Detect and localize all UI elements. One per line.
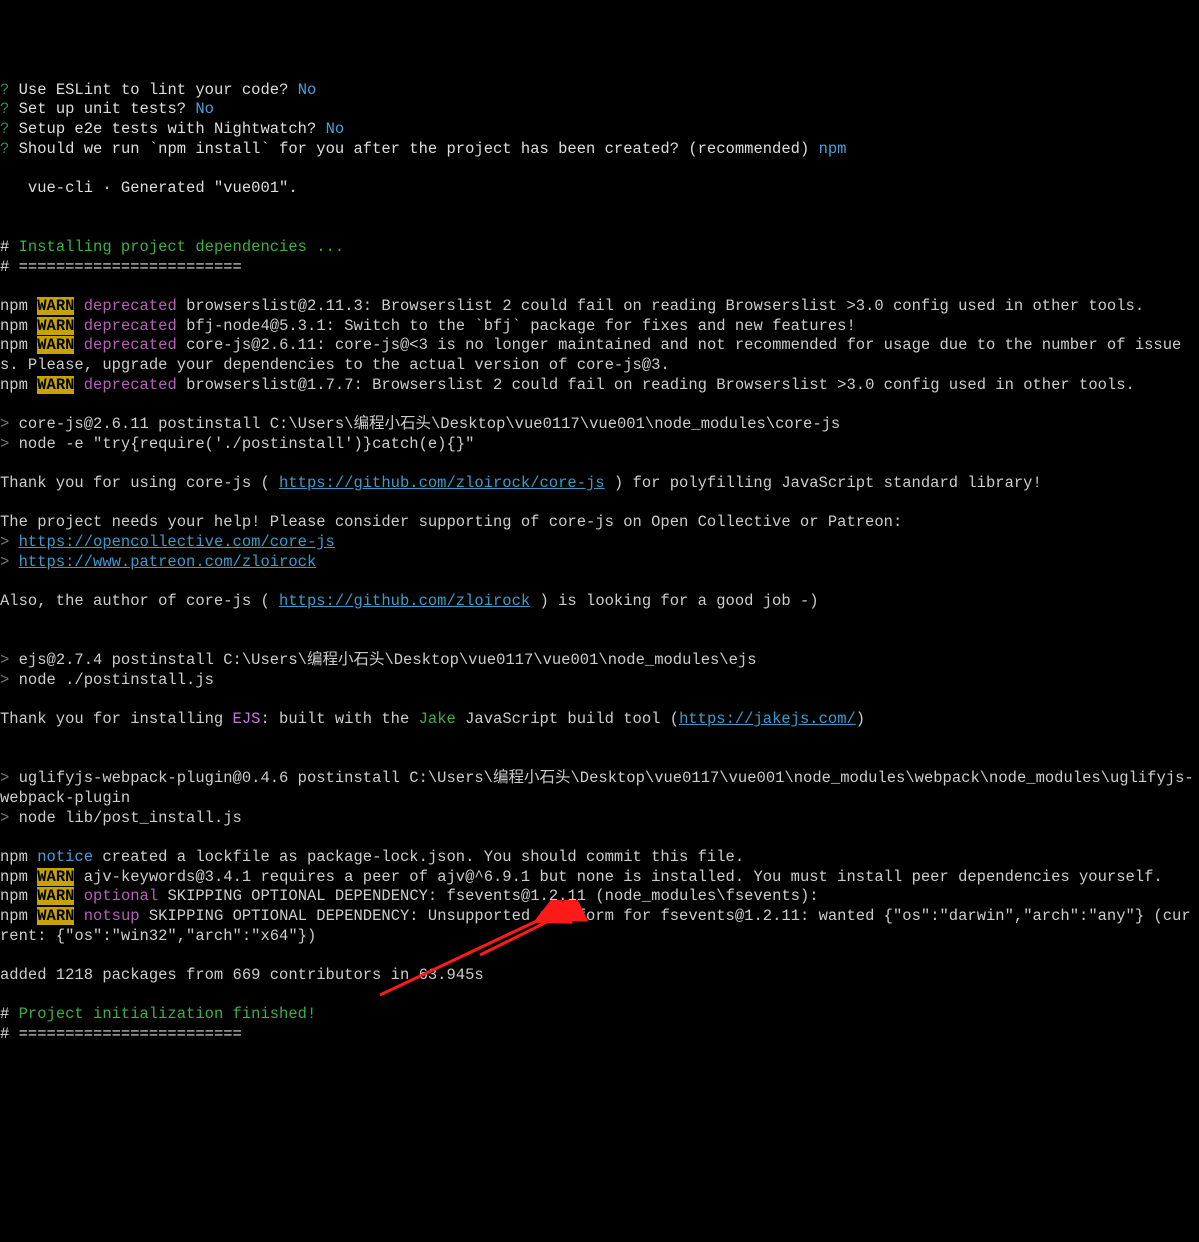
prompt-marker: ?: [0, 100, 9, 118]
gt: >: [0, 769, 19, 787]
ejs-thanks-pre: Thank you for installing: [0, 710, 233, 728]
answer-unit: No: [195, 100, 214, 118]
prompt-e2e: Setup e2e tests with Nightwatch?: [19, 120, 317, 138]
npm-prefix: npm: [0, 887, 37, 905]
ejs-label: EJS: [233, 710, 261, 728]
gt: >: [0, 415, 19, 433]
uglify-postinstall-1: uglifyjs-webpack-plugin@0.4.6 postinstal…: [0, 769, 1194, 807]
deprecated-label: deprecated: [84, 336, 177, 354]
warn-badge: WARN: [37, 868, 74, 886]
hash: #: [0, 238, 19, 256]
answer-e2e: No: [326, 120, 345, 138]
installing-header: Installing project dependencies ...: [19, 238, 345, 256]
generated-line: vue-cli · Generated "vue001".: [0, 179, 298, 197]
ejs-end: ): [856, 710, 865, 728]
optional-label: optional: [84, 887, 158, 905]
optional-text: SKIPPING OPTIONAL DEPENDENCY: fsevents@1…: [158, 887, 818, 905]
prompt-marker: ?: [0, 140, 9, 158]
prompt-marker: ?: [0, 120, 9, 138]
ejs-mid2: JavaScript build tool (: [456, 710, 679, 728]
terminal-output: ? Use ESLint to lint your code? No ? Set…: [0, 81, 1199, 1045]
warn-badge: WARN: [37, 376, 74, 394]
npm-prefix: npm: [0, 376, 37, 394]
patreon-link[interactable]: https://www.patreon.com/zloirock: [19, 553, 317, 571]
peer-warn: ajv-keywords@3.4.1 requires a peer of aj…: [74, 868, 1162, 886]
npm-prefix: npm: [0, 907, 37, 925]
hash: #: [0, 258, 19, 276]
prompt-npm: Should we run `npm install` for you afte…: [19, 140, 810, 158]
rule: ========================: [19, 258, 242, 276]
deprecated-label: deprecated: [84, 376, 177, 394]
ejs-mid: : built with the: [260, 710, 418, 728]
warn-text-2: bfj-node4@5.3.1: Switch to the `bfj` pac…: [177, 317, 856, 335]
jake-label: Jake: [419, 710, 456, 728]
gt: >: [0, 671, 19, 689]
added-line: added 1218 packages from 669 contributor…: [0, 966, 484, 984]
hash: #: [0, 1005, 19, 1023]
notice-text: created a lockfile as package-lock.json.…: [93, 848, 744, 866]
notsup-text: SKIPPING OPTIONAL DEPENDENCY: Unsupporte…: [0, 907, 1191, 945]
opencollective-link[interactable]: https://opencollective.com/core-js: [19, 533, 335, 551]
corejs-link[interactable]: https://github.com/zloirock/core-js: [279, 474, 605, 492]
ejs-postinstall-2: node ./postinstall.js: [19, 671, 214, 689]
notice-label: notice: [37, 848, 93, 866]
corejs-postinstall-1: core-js@2.6.11 postinstall C:\Users\编程小石…: [19, 415, 841, 433]
gt: >: [0, 651, 19, 669]
warn-badge: WARN: [37, 297, 74, 315]
gt: >: [0, 435, 19, 453]
warn-badge: WARN: [37, 336, 74, 354]
npm-prefix: npm: [0, 317, 37, 335]
notsup-label: notsup: [84, 907, 140, 925]
author-pre: Also, the author of core-js (: [0, 592, 279, 610]
answer-npm: npm: [819, 140, 847, 158]
prompt-eslint: Use ESLint to lint your code?: [19, 81, 289, 99]
warn-text-1: browserslist@2.11.3: Browserslist 2 coul…: [177, 297, 1144, 315]
npm-prefix: npm: [0, 336, 37, 354]
corejs-thanks-post: ) for polyfilling JavaScript standard li…: [605, 474, 1042, 492]
npm-prefix: npm: [0, 848, 37, 866]
gt: >: [0, 553, 19, 571]
author-link[interactable]: https://github.com/zloirock: [279, 592, 530, 610]
finished-header: Project initialization finished!: [19, 1005, 317, 1023]
hash: #: [0, 1025, 19, 1043]
support-line: The project needs your help! Please cons…: [0, 513, 902, 531]
uglify-postinstall-2: node lib/post_install.js: [19, 809, 242, 827]
deprecated-label: deprecated: [84, 297, 177, 315]
npm-prefix: npm: [0, 868, 37, 886]
author-post: ) is looking for a good job -): [530, 592, 818, 610]
npm-prefix: npm: [0, 297, 37, 315]
warn-badge: WARN: [37, 887, 74, 905]
warn-text-4: browserslist@1.7.7: Browserslist 2 could…: [177, 376, 1135, 394]
gt: >: [0, 809, 19, 827]
ejs-postinstall-1: ejs@2.7.4 postinstall C:\Users\编程小石头\Des…: [19, 651, 757, 669]
prompt-marker: ?: [0, 81, 9, 99]
answer-eslint: No: [298, 81, 317, 99]
jake-link[interactable]: https://jakejs.com/: [679, 710, 856, 728]
deprecated-label: deprecated: [84, 317, 177, 335]
corejs-postinstall-2: node -e "try{require('./postinstall')}ca…: [19, 435, 475, 453]
prompt-unit: Set up unit tests?: [19, 100, 186, 118]
gt: >: [0, 533, 19, 551]
corejs-thanks-pre: Thank you for using core-js (: [0, 474, 279, 492]
warn-badge: WARN: [37, 907, 74, 925]
rule: ========================: [19, 1025, 242, 1043]
warn-text-3: core-js@2.6.11: core-js@<3 is no longer …: [0, 336, 1181, 374]
warn-badge: WARN: [37, 317, 74, 335]
